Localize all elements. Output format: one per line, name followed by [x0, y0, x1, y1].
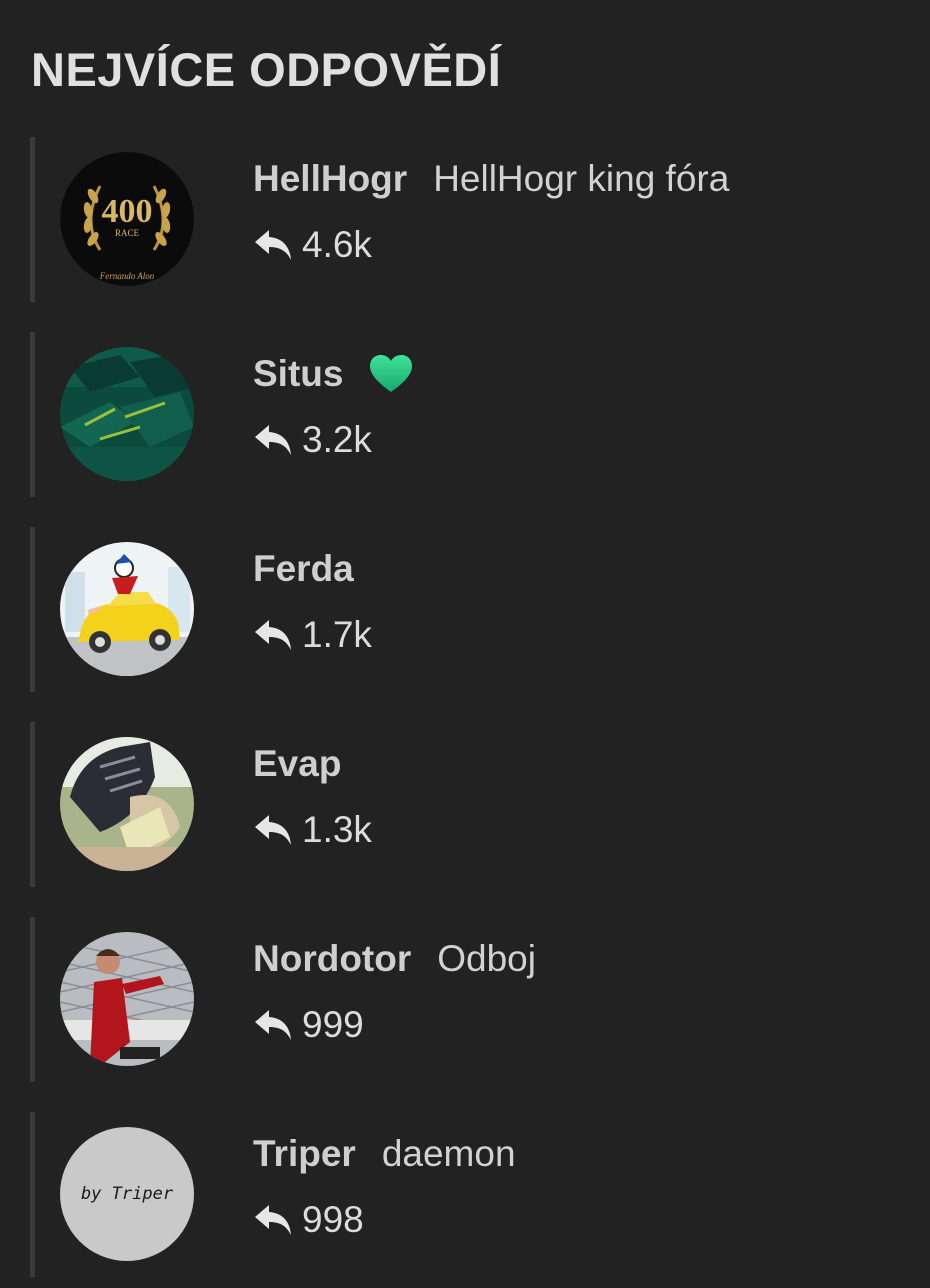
driver-photo-icon — [60, 932, 194, 1066]
avatar[interactable]: by Triper — [60, 1127, 194, 1261]
user-title: daemon — [381, 1133, 516, 1174]
reply-count: 998 — [253, 1198, 364, 1242]
reply-icon — [255, 815, 291, 845]
list-item[interactable]: Ferda 1.7k — [30, 527, 910, 692]
green-heart-icon — [369, 354, 413, 394]
reply-count-value: 998 — [302, 1199, 364, 1240]
username[interactable]: Evap — [253, 743, 341, 785]
user-list: 400 RACE Fernando Alon HellHogr HellHogr… — [30, 137, 910, 1288]
reply-count: 4.6k — [253, 223, 372, 267]
reply-count: 1.3k — [253, 808, 372, 852]
cartoon-car-icon — [60, 542, 194, 676]
reply-icon — [255, 620, 291, 650]
username[interactable]: HellHogr — [253, 158, 407, 200]
list-item[interactable]: Nordotor Odboj 999 — [30, 917, 910, 1082]
list-item[interactable]: by Triper Triper daemon 998 — [30, 1112, 910, 1277]
username[interactable]: Situs — [253, 353, 343, 395]
user-title: HellHogr king fóra — [433, 158, 730, 199]
username[interactable]: Nordotor — [253, 938, 411, 980]
avatar[interactable] — [60, 347, 194, 481]
top-repliers-panel: NEJVÍCE ODPOVĚDÍ 400 RACE Fernando Alon … — [0, 0, 930, 1288]
reply-count-value: 999 — [302, 1004, 364, 1045]
avatar[interactable] — [60, 542, 194, 676]
laurel-400-race-icon: 400 RACE Fernando Alon — [60, 152, 194, 286]
list-item[interactable]: Situs 3.2k — [30, 332, 910, 497]
avatar[interactable]: 400 RACE Fernando Alon — [60, 152, 194, 286]
svg-text:400: 400 — [102, 193, 153, 230]
reply-icon — [255, 1010, 291, 1040]
reply-count: 3.2k — [253, 418, 372, 462]
svg-text:by Triper: by Triper — [81, 1184, 174, 1204]
reply-count-value: 4.6k — [302, 224, 372, 265]
reply-icon — [255, 230, 291, 260]
svg-text:Fernando Alon: Fernando Alon — [99, 271, 155, 281]
username[interactable]: Triper — [253, 1133, 356, 1175]
avatar[interactable] — [60, 737, 194, 871]
user-title: Odboj — [437, 938, 536, 979]
reply-icon — [255, 425, 291, 455]
reply-icon — [255, 1205, 291, 1235]
reply-count-value: 1.7k — [302, 614, 372, 655]
list-item[interactable]: 400 RACE Fernando Alon HellHogr HellHogr… — [30, 137, 910, 302]
avatar[interactable] — [60, 932, 194, 1066]
svg-text:RACE: RACE — [115, 228, 140, 238]
section-heading: NEJVÍCE ODPOVĚDÍ — [31, 43, 502, 96]
reply-count: 1.7k — [253, 613, 372, 657]
sneaker-photo-icon — [60, 737, 194, 871]
reply-count-value: 3.2k — [302, 419, 372, 460]
reply-count-value: 1.3k — [302, 809, 372, 850]
reply-count: 999 — [253, 1003, 364, 1047]
green-fabric-icon — [60, 347, 194, 481]
username[interactable]: Ferda — [253, 548, 354, 590]
triper-signature-icon: by Triper — [60, 1127, 194, 1261]
list-item[interactable]: Evap 1.3k — [30, 722, 910, 887]
